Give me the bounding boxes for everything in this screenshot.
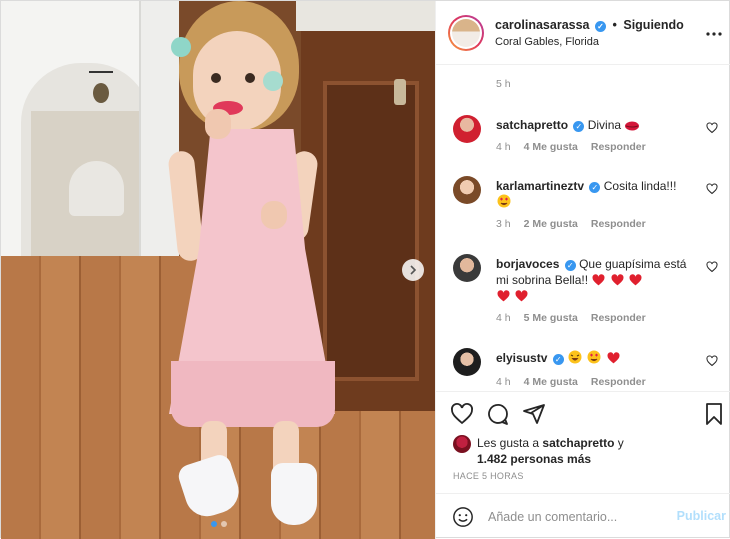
comment-avatar[interactable] <box>453 254 481 282</box>
comment-meta: 4 h 4 Me gusta Responder <box>496 141 646 153</box>
heart-icon[interactable] <box>706 355 718 367</box>
red-heart-emoji-icon <box>607 352 620 364</box>
comment-icon[interactable] <box>486 402 510 426</box>
lips-emoji-icon <box>625 121 640 131</box>
heart-eyes-emoji-icon <box>497 194 511 208</box>
heart-icon[interactable] <box>450 402 474 426</box>
post-header: carolinasarassa ✓ • Siguiendo Coral Gabl… <box>436 1 730 65</box>
author-username[interactable]: carolinasarassa <box>495 18 590 32</box>
reply-button[interactable]: Responder <box>591 218 646 230</box>
comment-time[interactable]: 4 h <box>496 141 511 153</box>
comment-avatar[interactable] <box>453 348 481 376</box>
red-heart-emoji-icon <box>611 274 624 286</box>
photo-child-hand <box>261 201 287 229</box>
comment-username[interactable]: borjavoces <box>496 257 559 271</box>
caption-time: 5 h <box>496 78 511 90</box>
photo-cabinet-handle <box>394 79 406 105</box>
photo-child-sock <box>271 463 317 525</box>
comment-username[interactable]: elyisustv <box>496 351 547 365</box>
comment-text: satchapretto ✓ Divina <box>496 117 696 133</box>
photo-child-eye <box>211 73 221 83</box>
comment-likes[interactable]: 5 Me gusta <box>524 312 578 324</box>
verified-badge-icon: ✓ <box>589 182 601 193</box>
photo-cabinet-panel <box>323 81 419 381</box>
photo-child-hair-clip <box>171 37 191 57</box>
comment-composer: Publicar <box>436 493 730 539</box>
chevron-right-icon <box>410 265 417 275</box>
reply-button[interactable]: Responder <box>591 312 646 324</box>
heart-eyes-emoji-icon <box>587 350 601 364</box>
photo-child-hand <box>205 109 231 139</box>
photo-child-hair-clip <box>263 71 283 91</box>
red-heart-emoji-icon <box>515 290 528 302</box>
comment-username[interactable]: karlamartineztv <box>496 179 584 193</box>
comment-likes[interactable]: 4 Me gusta <box>524 376 578 388</box>
carousel-dot <box>221 521 227 527</box>
comment-avatar[interactable] <box>453 176 481 204</box>
comments-list[interactable]: 5 h satchapretto ✓ Divina 4 h 4 Me gusta… <box>436 65 730 391</box>
comment-message: Divina <box>587 118 622 132</box>
laughing-emoji-icon <box>568 350 582 364</box>
red-heart-emoji-icon <box>629 274 642 286</box>
publish-button[interactable]: Publicar <box>677 509 726 523</box>
comment-text: borjavoces ✓ Que guapísima está mi sobri… <box>496 256 696 304</box>
comment-text: elyisustv ✓ <box>496 350 696 366</box>
photo-chandelier <box>89 71 113 107</box>
comment-meta: 3 h 2 Me gusta Responder <box>496 218 646 230</box>
carousel-next-button[interactable] <box>402 259 424 281</box>
carousel-dot-active <box>211 521 217 527</box>
heart-icon[interactable] <box>706 261 718 273</box>
heart-icon[interactable] <box>706 183 718 195</box>
comment-message: Cosita linda!!! <box>603 179 677 193</box>
post-timestamp[interactable]: HACE 5 HORAS <box>453 471 524 481</box>
likes-prefix: Les gusta a <box>477 436 540 450</box>
post-sidebar: carolinasarassa ✓ • Siguiendo Coral Gabl… <box>435 1 730 539</box>
verified-badge-icon: ✓ <box>595 21 606 32</box>
post-location[interactable]: Coral Gables, Florida <box>495 36 599 48</box>
comment-username[interactable]: satchapretto <box>496 118 568 132</box>
instagram-post: carolinasarassa ✓ • Siguiendo Coral Gabl… <box>0 0 730 539</box>
comment-time[interactable]: 3 h <box>496 218 511 230</box>
photo-chair <box>69 161 124 216</box>
separator-dot: • <box>612 18 617 32</box>
comment-avatar[interactable] <box>453 115 481 143</box>
bookmark-icon[interactable] <box>702 402 726 426</box>
heart-icon[interactable] <box>706 122 718 134</box>
red-heart-emoji-icon <box>592 274 605 286</box>
likes-text: Les gusta a satchapretto y 1.482 persona… <box>477 435 727 467</box>
verified-badge-icon: ✓ <box>564 260 576 271</box>
comment-time[interactable]: 4 h <box>496 376 511 388</box>
reply-button[interactable]: Responder <box>591 141 646 153</box>
comment-meta: 4 h 5 Me gusta Responder <box>496 312 646 324</box>
more-options-icon[interactable] <box>706 23 722 41</box>
comment-text: karlamartineztv ✓ Cosita linda!!! <box>496 178 696 210</box>
reply-button[interactable]: Responder <box>591 376 646 388</box>
post-photo[interactable] <box>1 1 435 539</box>
verified-badge-icon: ✓ <box>573 121 585 132</box>
comment-time[interactable]: 4 h <box>496 312 511 324</box>
red-heart-emoji-icon <box>497 290 510 302</box>
smile-icon[interactable] <box>452 506 474 528</box>
liker-username[interactable]: satchapretto <box>542 436 614 450</box>
author-avatar-ring[interactable] <box>448 15 484 51</box>
author-line: carolinasarassa ✓ • Siguiendo <box>495 18 684 32</box>
following-button[interactable]: Siguiendo <box>623 18 683 32</box>
post-actions: Les gusta a satchapretto y 1.482 persona… <box>436 391 730 491</box>
carousel-indicator <box>211 521 227 527</box>
photo-child-eye <box>245 73 255 83</box>
comment-likes[interactable]: 2 Me gusta <box>524 218 578 230</box>
comment-input[interactable] <box>488 506 668 528</box>
author-avatar <box>450 17 482 49</box>
photo-child-dress-ruffle <box>171 361 335 427</box>
share-icon[interactable] <box>522 402 546 426</box>
likes-connector: y <box>617 436 624 450</box>
verified-badge-icon: ✓ <box>552 354 564 365</box>
comment-meta: 4 h 4 Me gusta Responder <box>496 376 646 388</box>
comment-likes[interactable]: 4 Me gusta <box>524 141 578 153</box>
likes-others-count[interactable]: 1.482 personas más <box>477 452 591 466</box>
photo-countertop <box>296 1 435 31</box>
liker-avatar[interactable] <box>453 435 471 453</box>
